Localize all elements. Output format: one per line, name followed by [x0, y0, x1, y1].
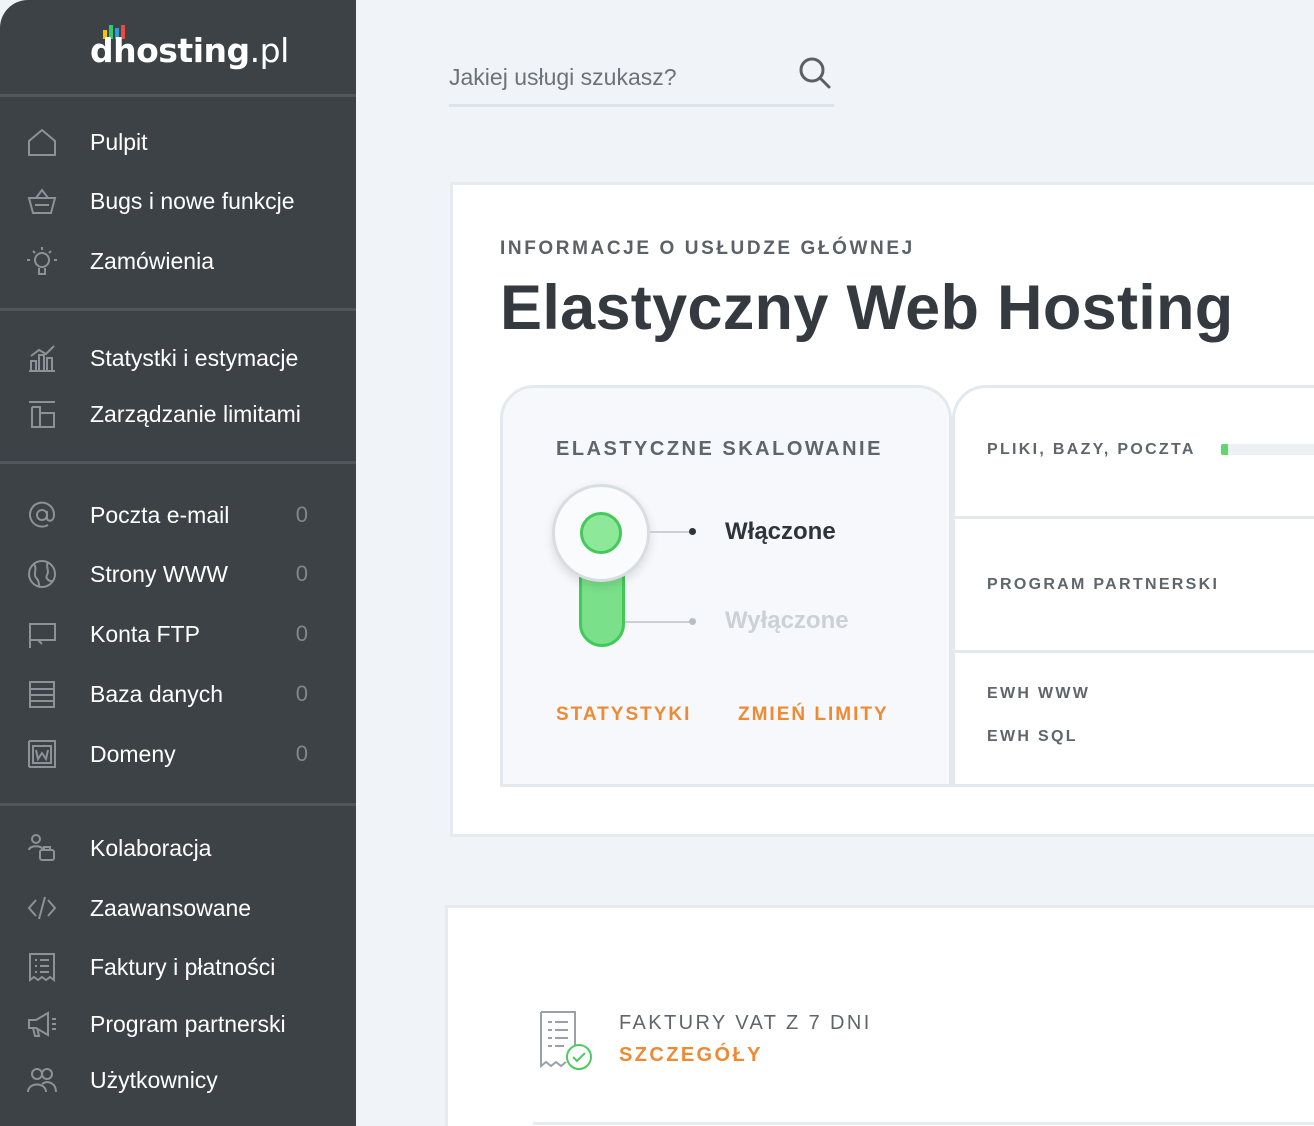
sidebar-item-zamowienia[interactable]: Zamówienia [0, 235, 356, 287]
sidebar-item-label: Użytkownicy [90, 1067, 218, 1093]
invoices-title: FAKTURY VAT Z 7 DNI [619, 1012, 872, 1034]
page-title: Elastyczny Web Hosting [500, 273, 1234, 343]
change-limits-link[interactable]: ZMIEŃ LIMITY [738, 704, 889, 726]
code-icon [26, 892, 58, 924]
scaling-title: ELASTYCZNE SKALOWANIE [556, 438, 883, 460]
sidebar-item-count: 0 [295, 561, 308, 586]
sidebar-item-count: 0 [295, 681, 308, 706]
database-icon [26, 678, 58, 710]
sidebar-item-label: Faktury i płatności [90, 954, 276, 980]
basket-icon [26, 185, 58, 217]
sidebar-item-label: Kolaboracja [90, 835, 212, 861]
sidebar-item-poczta[interactable]: Poczta e-mail 0 [0, 489, 356, 541]
sidebar-item-label: Baza danych [90, 681, 223, 707]
sidebar-item-ftp[interactable]: Konta FTP 0 [0, 608, 356, 660]
search-input[interactable] [449, 52, 789, 102]
sidebar-item-count: 0 [295, 741, 308, 766]
sidebar-divider [0, 308, 356, 311]
sidebar-item-label: Domeny [90, 741, 176, 767]
sidebar-item-label: Strony WWW [90, 561, 228, 587]
usage-progress-bar [1221, 444, 1314, 455]
invoice-icon [26, 951, 58, 983]
sidebar-item-label: Statystki i estymacje [90, 345, 299, 371]
sidebar-item-baza[interactable]: Baza danych 0 [0, 668, 356, 720]
sidebar-item-kolaboracja[interactable]: Kolaboracja [0, 822, 356, 874]
sidebar-item-limity[interactable]: Zarządzanie limitami [0, 388, 356, 440]
sidebar-item-bugs[interactable]: Bugs i nowe funkcje [0, 175, 356, 227]
usage-label: PLIKI, BAZY, POCZTA [987, 441, 1196, 458]
brand-logo[interactable]: dhosting.pl [90, 26, 289, 76]
search-underline [449, 104, 834, 107]
sidebar-item-label: Zamówienia [90, 248, 214, 274]
sidebar-item-label: Zarządzanie limitami [90, 401, 301, 427]
option-dot [689, 528, 696, 535]
option-on-label[interactable]: Włączone [725, 518, 836, 546]
limits-icon [26, 398, 58, 430]
sidebar-item-statystyki[interactable]: Statystki i estymacje [0, 332, 356, 384]
option-dot [689, 618, 696, 625]
ewh-sql-label[interactable]: EWH SQL [987, 728, 1078, 746]
globe-icon [26, 558, 58, 590]
partner-label: PROGRAM PARTNERSKI [987, 576, 1220, 593]
sidebar-item-strony[interactable]: Strony WWW 0 [0, 548, 356, 600]
domain-icon [26, 738, 58, 770]
stats-link[interactable]: STATYSTYKI [556, 704, 691, 726]
usage-progress-fill [1221, 444, 1228, 455]
sidebar-divider [0, 94, 356, 97]
sidebar-item-label: Zaawansowane [90, 895, 252, 921]
collaboration-icon [26, 832, 58, 864]
at-icon [26, 499, 58, 531]
option-off-label[interactable]: Wyłączone [725, 607, 849, 635]
sidebar-item-label: Bugs i nowe funkcje [90, 188, 295, 214]
sidebar-item-label: Program partnerski [90, 1011, 286, 1037]
users-icon [26, 1064, 58, 1096]
invoices-details-link[interactable]: SZCZEGÓŁY [619, 1044, 763, 1067]
service-eyebrow: INFORMACJE O USŁUDZE GŁÓWNEJ [500, 238, 915, 259]
home-icon [26, 126, 58, 158]
sidebar-item-zaawansowane[interactable]: Zaawansowane [0, 882, 356, 934]
search-icon[interactable] [798, 56, 832, 90]
sidebar-item-faktury[interactable]: Faktury i płatności [0, 941, 356, 993]
sidebar-divider [0, 461, 356, 464]
option-connector [650, 531, 692, 533]
sidebar-item-count: 0 [295, 621, 308, 646]
sidebar-item-pulpit[interactable]: Pulpit [0, 116, 356, 168]
sidebar-item-uzytkownicy[interactable]: Użytkownicy [0, 1054, 356, 1106]
sidebar-item-partner[interactable]: Program partnerski [0, 998, 356, 1050]
scaling-toggle-knob[interactable] [552, 484, 650, 582]
option-connector [625, 621, 692, 623]
logo-suffix: .pl [249, 31, 290, 70]
lightbulb-icon [26, 245, 58, 277]
sidebar-item-domeny[interactable]: Domeny 0 [0, 728, 356, 780]
megaphone-icon [26, 1008, 58, 1040]
sidebar-item-label: Konta FTP [90, 621, 200, 647]
toggle-knob-indicator [580, 512, 622, 554]
search-bar [449, 52, 834, 110]
invoice-check-icon [536, 1008, 596, 1074]
ftp-icon [26, 618, 58, 650]
sidebar-item-label: Poczta e-mail [90, 502, 230, 528]
sidebar: dhosting.pl Pulpit Bugs i nowe funkcje Z… [0, 0, 356, 1126]
sidebar-item-count: 0 [295, 502, 308, 527]
logo-main: dhosting [90, 31, 250, 70]
sidebar-divider [0, 803, 356, 806]
ewh-www-label[interactable]: EWH WWW [987, 685, 1090, 703]
chart-icon [26, 342, 58, 374]
ewh-panel [952, 650, 1314, 787]
invoices-divider [533, 1122, 1314, 1125]
sidebar-item-label: Pulpit [90, 129, 148, 155]
